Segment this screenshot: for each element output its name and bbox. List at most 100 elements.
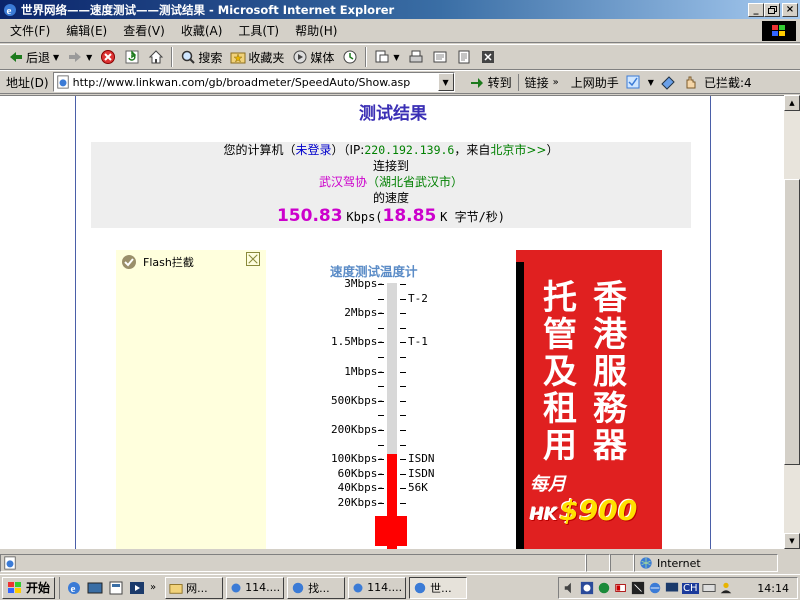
back-button[interactable]: 后退 ▼ [4, 46, 63, 68]
thermometer-tick-right [400, 342, 406, 344]
antivirus-icon[interactable] [580, 581, 594, 595]
discuss-button[interactable] [452, 46, 476, 68]
chevron-down-icon[interactable]: ▼ [53, 53, 59, 62]
stop-button[interactable] [96, 46, 120, 68]
ad-character: 管 [543, 315, 577, 355]
menu-tools[interactable]: 工具(T) [230, 22, 287, 39]
assistant-icon[interactable] [625, 74, 641, 90]
folder-icon [169, 583, 183, 594]
ip-prefix: ）（IP: [331, 143, 365, 157]
network-icon[interactable] [597, 581, 611, 595]
task-item[interactable]: 网... [165, 576, 224, 599]
ad-shadow [516, 262, 524, 549]
media-label: 媒体 [310, 50, 335, 65]
address-dropdown-button[interactable]: ▼ [437, 73, 454, 91]
explorer-icon[interactable] [108, 580, 124, 596]
thermometer-bulb [375, 516, 407, 546]
display-icon[interactable] [665, 581, 679, 595]
chevron-right-icon[interactable]: » [150, 582, 156, 593]
hosting-ad-banner[interactable]: 托管及租用 香港服務器 每月 HK$900 [516, 250, 662, 549]
edit-button[interactable] [428, 46, 452, 68]
thermometer-tick-right [400, 357, 406, 358]
address-label: 地址(D) [6, 75, 49, 90]
volume-icon[interactable] [563, 581, 577, 595]
media-button[interactable]: 媒体 [288, 46, 338, 68]
thermometer-tick-right [400, 386, 406, 388]
speed-of-label: 的速度 [372, 191, 409, 205]
mail-button[interactable]: ▼ [370, 46, 403, 68]
links-button[interactable]: 链接 » [517, 73, 565, 91]
flash-block-panel: Flash拦截 [116, 250, 266, 549]
mail-icon [375, 50, 389, 63]
menu-favorites[interactable]: 收藏(A) [173, 22, 231, 39]
task-item[interactable]: 114.... [226, 576, 285, 599]
address-input[interactable]: http://www.linkwan.com/gb/broadmeter/Spe… [52, 72, 455, 92]
task-item[interactable]: 114.... [348, 576, 407, 599]
restore-icon [767, 5, 777, 14]
ad-character: 務 [593, 389, 627, 429]
restore-button[interactable] [764, 2, 780, 17]
city-link[interactable]: 北京市>> [490, 143, 546, 157]
ie-icon[interactable]: e [66, 580, 82, 596]
history-icon [343, 50, 357, 64]
thermometer-tick-right [400, 503, 406, 504]
speed-result: 150.83 Kbps(18.85 K 字节/秒) [91, 208, 691, 225]
favorites-button[interactable]: 收藏夹 [226, 46, 288, 68]
close-button[interactable]: × [782, 2, 798, 17]
scroll-down-button[interactable]: ▼ [784, 533, 800, 549]
back-arrow-icon [10, 52, 22, 62]
refresh-button[interactable] [120, 46, 144, 68]
quick-launch: e » [59, 576, 162, 599]
ie-icon [353, 582, 363, 593]
search-button[interactable]: 搜索 [176, 46, 226, 68]
chevron-down-icon[interactable]: ▼ [393, 53, 399, 62]
search-label: 搜索 [198, 50, 223, 65]
chevron-down-icon[interactable]: ▼ [86, 53, 92, 62]
ime-indicator[interactable]: CH [682, 582, 699, 594]
thermometer-line-type-label: T-2 [408, 291, 428, 305]
menu-help[interactable]: 帮助(H) [287, 22, 345, 39]
menu-edit[interactable]: 编辑(E) [58, 22, 115, 39]
battery-icon[interactable] [614, 581, 628, 595]
download-icon[interactable] [631, 581, 645, 595]
ad-character: 租 [543, 389, 577, 429]
user-icon[interactable] [719, 581, 733, 595]
history-button[interactable] [338, 46, 362, 68]
minimize-button[interactable]: _ [748, 2, 764, 17]
print-button[interactable] [404, 46, 428, 68]
assistant-label[interactable]: 上网助手 [571, 74, 619, 91]
popup-blocked-count[interactable]: 已拦截:4 [704, 74, 752, 91]
task-item[interactable]: 找... [287, 576, 346, 599]
thermometer-tick-right [400, 459, 406, 461]
address-bar: 地址(D) http://www.linkwan.com/gb/broadmet… [0, 70, 800, 94]
connection-icon[interactable] [648, 581, 662, 595]
scroll-thumb[interactable] [784, 179, 800, 465]
ad-character: 用 [543, 426, 577, 466]
hand-icon [686, 76, 696, 89]
destination-link[interactable]: 武汉驾协 [319, 175, 367, 189]
chevron-down-icon[interactable]: ▼ [648, 78, 654, 87]
not-logged-in-link[interactable]: 未登录 [296, 143, 332, 157]
toolbar-separator [171, 47, 174, 67]
thermometer-scale-label: 100Kbps- [331, 452, 384, 466]
document-icon [458, 50, 470, 64]
start-button[interactable]: 开始 [2, 576, 56, 599]
back-label: 后退 [26, 50, 51, 65]
desktop-icon[interactable] [87, 580, 103, 596]
scroll-up-button[interactable]: ▲ [784, 95, 800, 111]
vertical-scrollbar[interactable]: ▲ ▼ [784, 95, 800, 549]
task-item-active[interactable]: 世... [409, 576, 468, 599]
forward-button[interactable]: ▼ [63, 46, 96, 68]
menu-view[interactable]: 查看(V) [115, 22, 173, 39]
status-bar: Internet [0, 553, 800, 573]
keyboard-icon[interactable] [701, 581, 716, 595]
go-button[interactable]: 转到 [463, 74, 518, 91]
menu-file[interactable]: 文件(F) [0, 22, 58, 39]
media-player-icon[interactable] [129, 580, 145, 596]
close-icon[interactable] [246, 252, 260, 266]
page-viewport: 测试结果 您的计算机（未登录）（IP:220.192.139.6，来自北京市>>… [0, 95, 784, 549]
home-button[interactable] [144, 46, 168, 68]
go-label: 转到 [487, 75, 512, 90]
messenger-button[interactable] [476, 46, 500, 68]
eraser-icon[interactable] [660, 74, 676, 90]
